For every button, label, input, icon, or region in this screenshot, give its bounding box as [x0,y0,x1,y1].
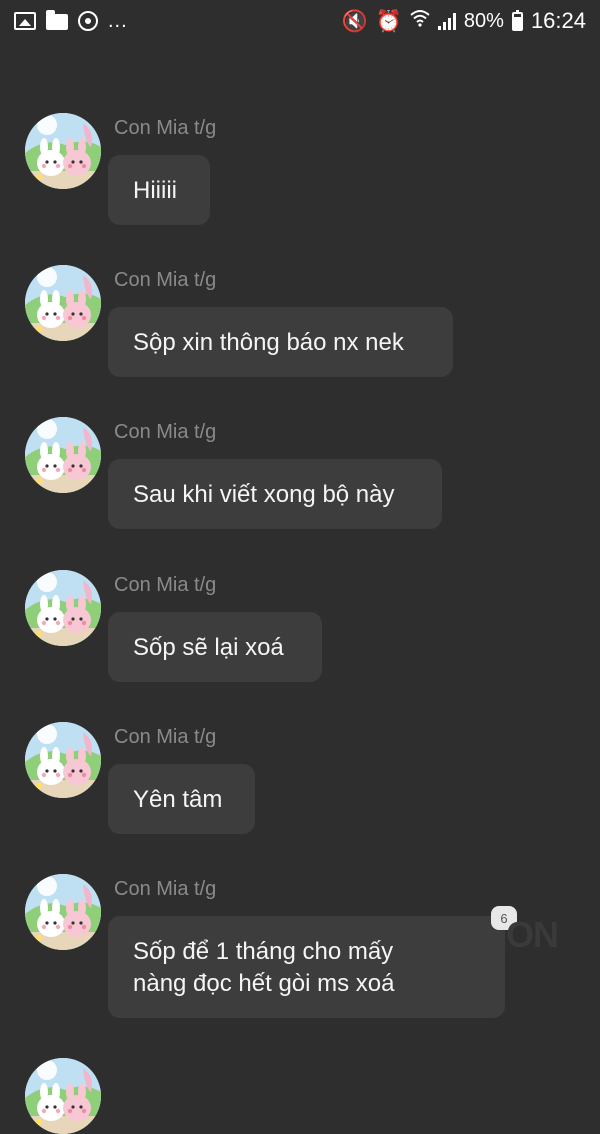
avatar[interactable] [25,1058,101,1134]
wifi-icon [410,9,430,33]
message-bubble[interactable]: Yên tâm [108,764,255,834]
sender-name: Con Mia t/g [114,726,217,748]
folder-icon [46,10,68,30]
avatar[interactable] [25,417,101,493]
message-bubble[interactable]: Sốp để 1 tháng cho mấy nàng đọc hết gòi … [108,916,505,1018]
battery-icon [511,9,523,31]
avatar[interactable] [25,570,101,646]
sender-name: Con Mia t/g [114,269,217,291]
chat-icon [78,11,98,31]
signal-icon [437,12,456,30]
alarm-icon: ⏰ [375,9,402,33]
avatar[interactable] [25,874,101,950]
battery-percent: 80% [463,9,504,32]
message-bubble[interactable]: Sốp sẽ lại xoá [108,612,322,682]
status-left: ... [14,10,128,33]
message-bubble[interactable]: Hiiiii [108,155,210,225]
sender-name: Con Mia t/g [114,574,217,596]
message-bubble[interactable]: Sau khi viết xong bộ này [108,459,442,529]
sender-name: Con Mia t/g [114,117,217,139]
watermark: ON [506,914,559,955]
battery-fill [513,16,521,29]
mute-icon: 🔇 [341,9,368,33]
status-right: 🔇 ⏰ 80% 16:24 [342,8,586,34]
avatar[interactable] [25,722,101,798]
overflow-indicator: ... [108,9,128,32]
avatar[interactable] [25,113,101,189]
sender-name: Con Mia t/g [114,878,217,900]
sender-name: Con Mia t/g [114,421,217,443]
message-bubble[interactable]: Sộp xin thông báo nx nek [108,307,453,377]
image-icon [14,12,36,30]
clock: 16:24 [530,8,586,33]
status-bar: ... 🔇 ⏰ 80% 16:24 [0,0,600,42]
avatar[interactable] [25,265,101,341]
